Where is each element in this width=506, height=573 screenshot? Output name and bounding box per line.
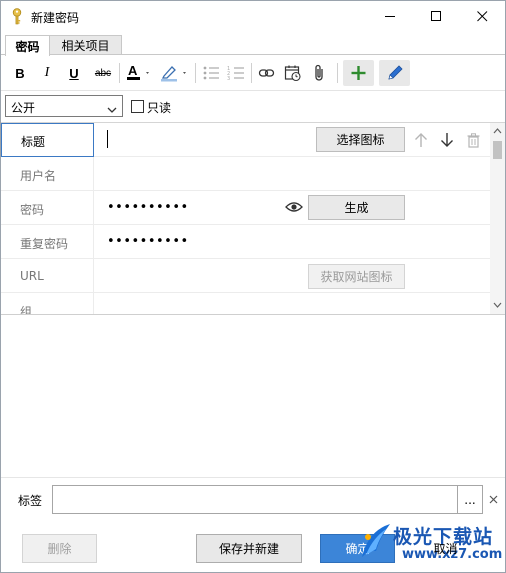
key-icon xyxy=(11,8,23,25)
visibility-select[interactable]: 公开 xyxy=(5,95,123,117)
title-label[interactable]: 标题 xyxy=(1,123,94,157)
font-color-button[interactable]: A xyxy=(124,61,154,85)
svg-text:A: A xyxy=(128,63,138,78)
cancel-button[interactable]: 取消 xyxy=(408,534,483,563)
bullet-list-icon xyxy=(203,66,219,80)
username-label[interactable]: 用户名 xyxy=(1,157,94,191)
toolbar-separator xyxy=(337,63,338,83)
choose-icon-button[interactable]: 选择图标 xyxy=(316,127,405,152)
repeat-password-label[interactable]: 重复密码 xyxy=(1,225,94,259)
password-input[interactable]: •••••••••• xyxy=(107,200,189,215)
notes-editor[interactable] xyxy=(1,315,505,477)
minimize-icon xyxy=(384,16,395,17)
calendar-clock-icon xyxy=(284,65,301,82)
move-down-icon[interactable] xyxy=(439,131,455,149)
save-and-new-button[interactable]: 保存并新建 xyxy=(196,534,302,563)
field-row-password: 密码 •••••••••• 生成 xyxy=(1,191,490,225)
generate-password-button[interactable]: 生成 xyxy=(308,195,405,220)
title-bar[interactable]: 新建密码 xyxy=(1,1,505,32)
highlight-color-button[interactable] xyxy=(158,61,192,85)
visibility-value: 公开 xyxy=(11,101,36,115)
tags-more-button[interactable]: ... xyxy=(458,485,483,514)
bold-button[interactable]: B xyxy=(9,61,31,85)
clear-tags-icon[interactable] xyxy=(487,490,499,508)
tags-label: 标签 xyxy=(18,494,43,508)
chevron-down-icon xyxy=(107,103,117,117)
field-row-group: 组 xyxy=(1,293,490,314)
maximize-icon xyxy=(430,11,441,21)
eye-icon[interactable] xyxy=(285,200,303,214)
font-color-icon: A xyxy=(127,63,149,80)
tab-strip: 密码 相关项目 xyxy=(1,32,505,56)
tags-input[interactable] xyxy=(52,485,458,514)
new-password-dialog: 新建密码 密码 相关项目 B I U abc A 1 2 3 公开 只读 标题 … xyxy=(0,0,506,573)
toolbar-separator xyxy=(195,63,196,83)
tab-password[interactable]: 密码 xyxy=(5,35,50,56)
numbered-list-icon: 1 2 3 xyxy=(227,66,244,81)
insert-link-button[interactable] xyxy=(256,61,278,85)
delete-button[interactable]: 删除 xyxy=(22,534,97,563)
access-bar: 公开 只读 xyxy=(1,90,505,121)
group-label[interactable]: 组 xyxy=(1,293,94,314)
scroll-up-icon[interactable] xyxy=(493,127,502,135)
trash-icon[interactable] xyxy=(465,131,481,149)
password-label[interactable]: 密码 xyxy=(1,191,94,225)
scrollbar-thumb[interactable] xyxy=(493,141,502,159)
edit-pen-button[interactable] xyxy=(379,60,410,86)
brand-logo-icon xyxy=(362,524,390,557)
repeat-password-input[interactable]: •••••••••• xyxy=(107,234,189,249)
field-row-username: 用户名 xyxy=(1,157,490,191)
svg-text:3: 3 xyxy=(227,76,230,81)
pen-icon xyxy=(388,65,403,80)
vertical-scrollbar[interactable] xyxy=(490,123,505,314)
close-icon xyxy=(476,11,487,22)
field-grid: 标题 选择图标 用户名 密码 •••••••••• 生成 重复密码 ••••••… xyxy=(1,122,505,315)
format-toolbar: B I U abc A 1 2 3 xyxy=(1,55,505,90)
italic-button[interactable]: I xyxy=(36,61,58,85)
link-icon xyxy=(258,69,275,77)
readonly-label: 只读 xyxy=(147,101,172,115)
text-caret xyxy=(107,130,108,148)
move-up-icon[interactable] xyxy=(413,131,429,149)
minimize-button[interactable] xyxy=(367,1,413,32)
highlight-pen-icon xyxy=(161,66,186,82)
paperclip-icon xyxy=(315,64,323,81)
plus-icon xyxy=(351,66,366,80)
toolbar-separator xyxy=(251,63,252,83)
strikethrough-button[interactable]: abc xyxy=(91,61,115,85)
close-button[interactable] xyxy=(459,1,505,32)
bullet-list-button[interactable] xyxy=(200,61,222,85)
field-row-repeat-password: 重复密码 •••••••••• xyxy=(1,225,490,259)
fetch-site-icon-button[interactable]: 获取网站图标 xyxy=(308,264,405,289)
maximize-button[interactable] xyxy=(413,1,459,32)
window-title: 新建密码 xyxy=(31,11,80,25)
attach-file-button[interactable] xyxy=(308,61,330,85)
field-row-title: 标题 选择图标 xyxy=(1,123,490,157)
toolbar-separator xyxy=(119,63,120,83)
readonly-checkbox[interactable] xyxy=(131,100,144,113)
numbered-list-button[interactable]: 1 2 3 xyxy=(225,61,247,85)
field-row-url: URL 获取网站图标 xyxy=(1,259,490,293)
url-label[interactable]: URL xyxy=(1,259,94,293)
footer-divider xyxy=(1,477,505,478)
add-field-button[interactable] xyxy=(343,60,374,86)
underline-button[interactable]: U xyxy=(63,61,85,85)
insert-datetime-button[interactable] xyxy=(282,61,304,85)
tab-related-items[interactable]: 相关项目 xyxy=(50,35,122,55)
scroll-down-icon[interactable] xyxy=(493,301,502,309)
